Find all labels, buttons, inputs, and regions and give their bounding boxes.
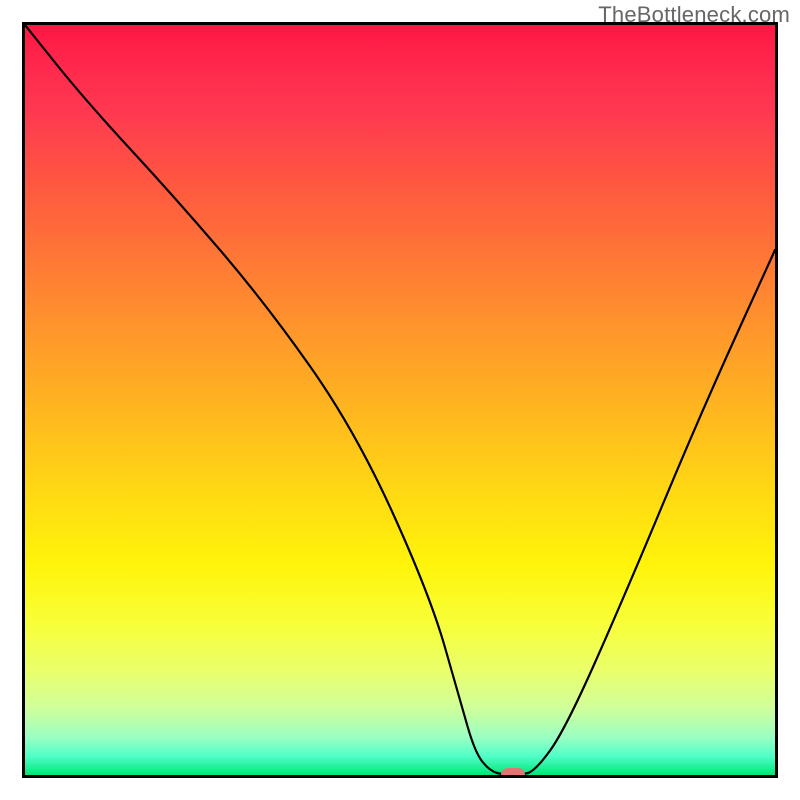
optimal-point-marker: [501, 768, 525, 778]
plot-frame: [22, 22, 778, 778]
bottleneck-curve: [25, 25, 775, 775]
watermark-text: TheBottleneck.com: [598, 2, 790, 28]
chart-container: TheBottleneck.com: [0, 0, 800, 800]
